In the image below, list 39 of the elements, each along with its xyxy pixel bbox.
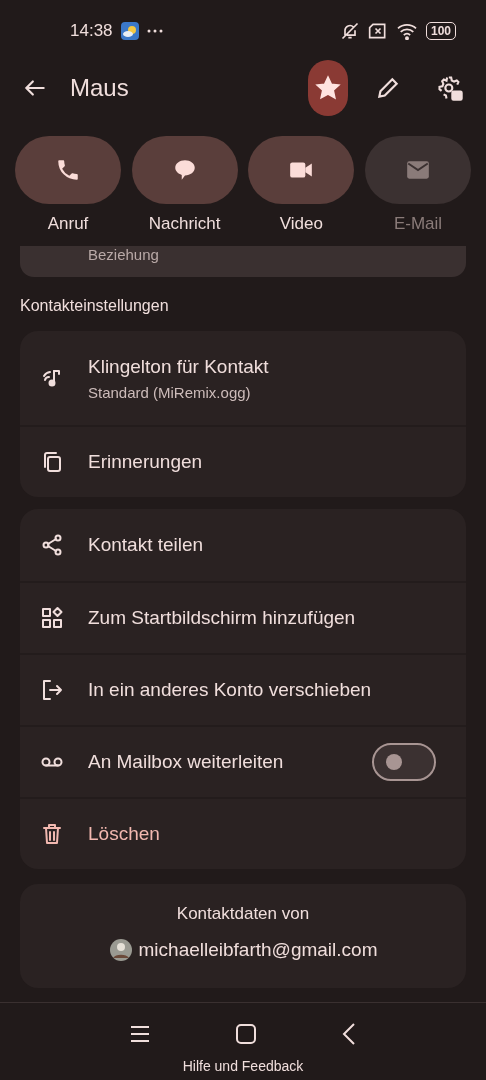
help-link[interactable]: Hilfe und Feedback (182, 1058, 304, 1074)
settings-icon (436, 74, 464, 102)
toggle-switch[interactable] (372, 743, 436, 781)
status-time: 14:38 (70, 21, 113, 41)
menu-item[interactable]: Löschen (88, 823, 436, 845)
wifi-icon (395, 22, 418, 40)
menu-item[interactable]: In ein anderes Konto verschieben (88, 679, 436, 701)
battery-level: 100 (425, 22, 456, 40)
menu-item[interactable]: Erinnerungen (88, 451, 436, 473)
widgets-icon (40, 606, 64, 630)
exit-arrow-icon (40, 678, 64, 702)
action-label: Anruf (47, 214, 89, 234)
pencil-icon (375, 75, 401, 101)
avatar-icon (108, 938, 133, 962)
action-label: E-Mail (393, 214, 443, 234)
phone-icon (55, 157, 81, 183)
menu-item[interactable]: Zum Startbildschirm hinzufügen (88, 607, 436, 629)
muted-bell-icon (339, 21, 360, 41)
action-label: Nachricht (148, 214, 221, 234)
star-icon (315, 75, 341, 101)
relationship-field: Beziehung (20, 246, 466, 277)
menu-item-subtitle: Standard (MiRemix.ogg) (88, 383, 252, 401)
no-sim-icon (367, 22, 388, 40)
menu-item[interactable]: An Mailbox weiterleiten (88, 751, 348, 773)
home-icon[interactable] (236, 1023, 256, 1044)
favorite-button[interactable] (308, 60, 348, 116)
back-icon[interactable] (342, 1022, 356, 1045)
menu-item[interactable]: Klingelton für Kontakt (88, 355, 436, 378)
section-title: Kontakteinstellungen (19, 296, 170, 316)
menu-item[interactable]: Kontakt teilen (88, 534, 436, 556)
more-dots-icon (146, 29, 163, 33)
weather-icon (120, 22, 139, 40)
account-caption: Kontaktdaten von (176, 904, 310, 924)
account-email: michaelleibfarth@gmail.com (138, 939, 378, 961)
share-icon (40, 533, 64, 557)
menu-icon[interactable] (130, 1024, 150, 1043)
contact-name: Maus (70, 74, 130, 102)
action-label: Video (279, 214, 323, 234)
trash-icon (40, 822, 64, 846)
